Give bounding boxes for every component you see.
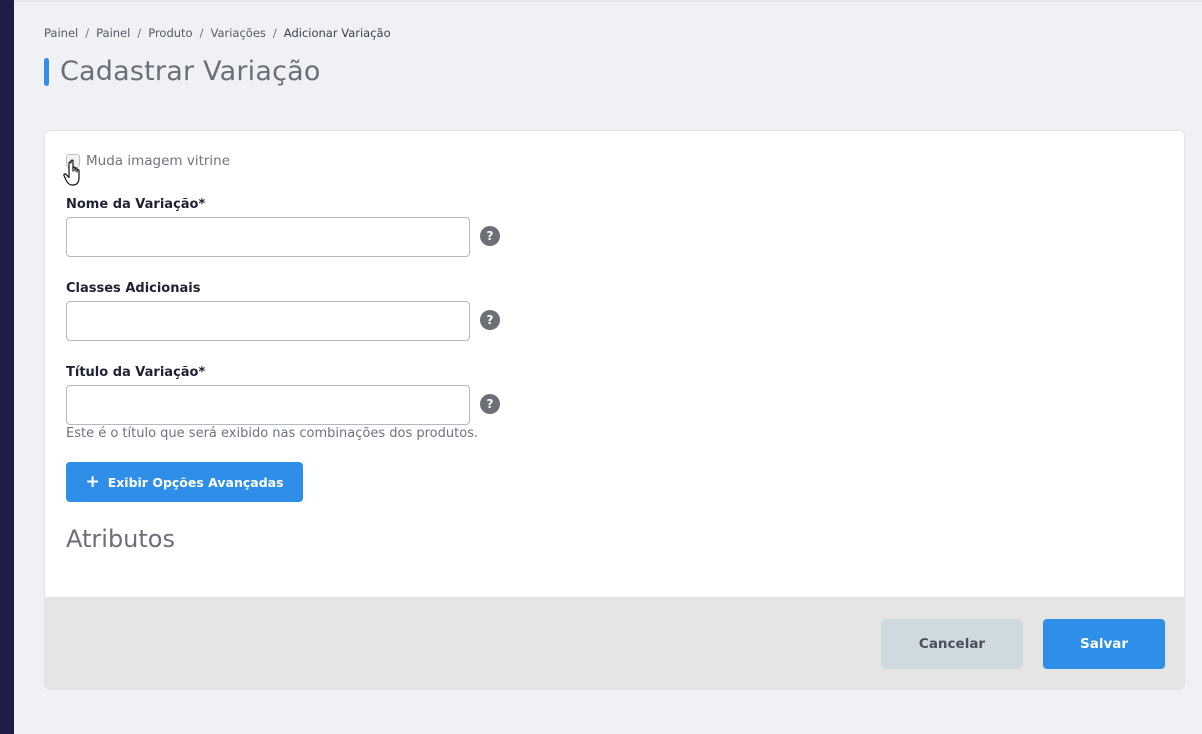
title-accent-bar xyxy=(44,57,49,86)
show-advanced-options-button[interactable]: + Exibir Opções Avançadas xyxy=(66,462,303,502)
breadcrumb-item-painel-2[interactable]: Painel xyxy=(96,26,130,40)
breadcrumb-separator: / xyxy=(272,26,277,40)
page-header: Cadastrar Variação xyxy=(44,56,321,87)
change-showcase-image-option[interactable]: Muda imagem vitrine xyxy=(66,153,230,169)
breadcrumb-item-variacoes[interactable]: Variações xyxy=(210,26,265,40)
variation-title-hint: Este é o título que será exibido nas com… xyxy=(66,426,479,441)
breadcrumb-item-painel[interactable]: Painel xyxy=(44,26,78,40)
breadcrumb: Painel / Painel / Produto / Variações / … xyxy=(44,26,391,40)
additional-classes-label: Classes Adicionais xyxy=(66,281,201,296)
save-button[interactable]: Salvar xyxy=(1043,619,1165,669)
help-icon[interactable]: ? xyxy=(480,310,500,330)
breadcrumb-separator: / xyxy=(199,26,204,40)
attributes-section-title: Atributos xyxy=(66,525,175,553)
variation-form-card: Muda imagem vitrine Nome da Variação* ? … xyxy=(44,130,1185,690)
sidebar-rail xyxy=(0,0,14,734)
variation-name-label: Nome da Variação* xyxy=(66,197,206,212)
additional-classes-input[interactable] xyxy=(66,301,470,341)
page-title: Cadastrar Variação xyxy=(60,56,321,87)
breadcrumb-separator: / xyxy=(137,26,142,40)
help-icon[interactable]: ? xyxy=(480,226,500,246)
hand-pointer-icon xyxy=(63,159,80,186)
breadcrumb-item-produto[interactable]: Produto xyxy=(148,26,192,40)
checkbox-label: Muda imagem vitrine xyxy=(86,153,231,169)
variation-name-input[interactable] xyxy=(66,217,470,257)
plus-icon: + xyxy=(85,471,100,492)
top-divider xyxy=(14,0,1202,2)
variation-title-input[interactable] xyxy=(66,385,470,425)
help-icon[interactable]: ? xyxy=(480,394,500,414)
breadcrumb-item-current: Adicionar Variação xyxy=(283,26,391,40)
breadcrumb-separator: / xyxy=(85,26,90,40)
variation-title-label: Título da Variação* xyxy=(66,365,206,380)
advanced-options-label: Exibir Opções Avançadas xyxy=(107,474,284,490)
form-footer: Cancelar Salvar xyxy=(45,597,1184,689)
cancel-button[interactable]: Cancelar xyxy=(881,619,1023,669)
